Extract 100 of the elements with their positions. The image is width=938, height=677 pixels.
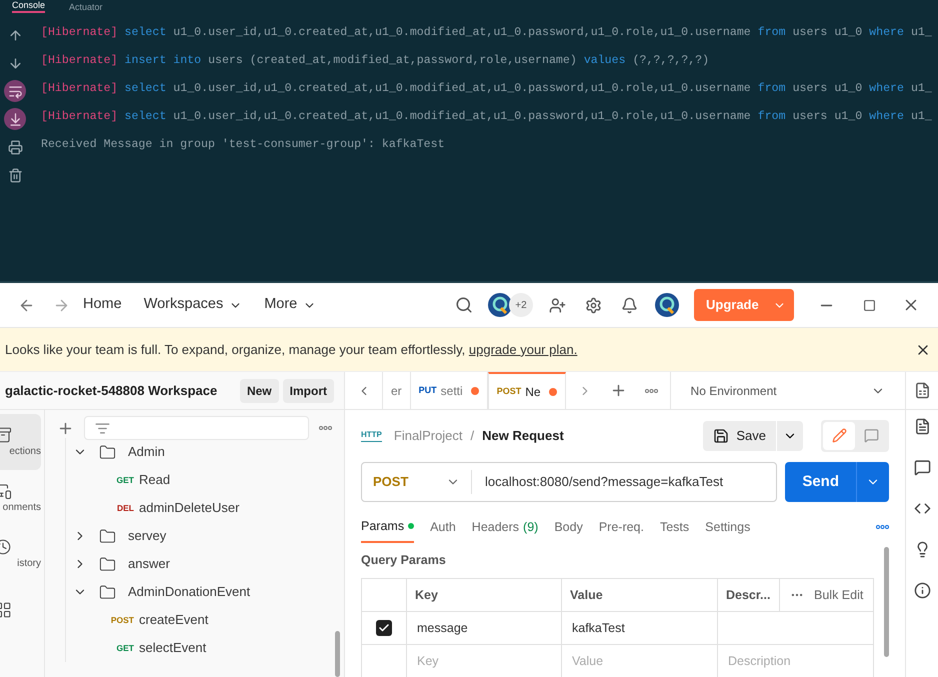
request-name: Read <box>139 471 170 490</box>
method-select[interactable]: POST <box>362 470 472 494</box>
folder-item[interactable]: answer <box>66 550 344 578</box>
console-tab[interactable]: Actuator <box>69 2 103 13</box>
request-section-tab[interactable]: Headers (9) <box>472 511 538 544</box>
documentation-icon[interactable] <box>914 418 930 435</box>
invite-icon[interactable] <box>549 296 566 314</box>
log-text: [Hibernate] <box>41 109 118 125</box>
maximize-icon[interactable] <box>863 298 876 312</box>
request-section-tab[interactable]: Auth <box>430 511 456 544</box>
request-section-tab[interactable]: Params <box>361 511 414 544</box>
environment-select[interactable]: No Environment <box>670 372 905 409</box>
log-text: [Hibernate] <box>41 25 118 41</box>
edit-icon[interactable] <box>823 422 855 450</box>
column-header: Key <box>407 578 562 611</box>
column-header: Descr... <box>718 578 780 611</box>
tab-title: setti <box>440 382 463 400</box>
log-text: u1_0.user_id,u1_0.created_at,u1_0.modified_at,u1_0.password,u1_0.role,u1_0.username <box>173 25 751 41</box>
sidebar-nav-item[interactable]: istory <box>0 526 41 582</box>
request-item[interactable]: DEL adminDeleteUser <box>66 494 344 522</box>
request-section-tab[interactable]: Body <box>554 511 583 544</box>
request-name: selectEvent <box>139 639 206 658</box>
request-section-tab[interactable]: Pre-req. <box>598 511 644 544</box>
more-icon[interactable] <box>876 525 889 530</box>
folder-item[interactable]: AdminDonationEvent <box>66 578 344 606</box>
avatar-icon[interactable] <box>487 292 513 318</box>
method-label: POST <box>110 614 134 626</box>
comment-icon[interactable] <box>914 459 930 476</box>
workspace-button[interactable]: Import <box>282 378 334 402</box>
scrollbar[interactable] <box>335 631 340 677</box>
url-field[interactable]: localhost:8080/send?message=kafkaTest <box>472 472 736 492</box>
table-cell[interactable]: kafkaTest <box>562 612 718 644</box>
more-icon[interactable] <box>644 388 658 392</box>
folder-name: AdminDonationEvent <box>128 583 250 602</box>
folder-icon <box>99 528 116 544</box>
member-count[interactable]: +2 <box>509 293 533 317</box>
log-text: where <box>869 109 904 125</box>
upgrade-link[interactable]: upgrade your plan. <box>468 342 578 357</box>
folder-name: answer <box>128 555 170 574</box>
log-text: where <box>869 25 904 41</box>
log-text: insert into <box>124 53 202 69</box>
method-label: GET <box>116 474 134 486</box>
more-icon[interactable] <box>319 426 332 430</box>
sidebar-nav-item[interactable]: ections <box>0 414 41 470</box>
wrap-icon[interactable] <box>4 80 26 102</box>
breadcrumb-separator: / <box>470 427 474 446</box>
table-cell[interactable]: message <box>407 612 562 644</box>
scroll-end-icon[interactable] <box>4 108 26 130</box>
method-label: DEL <box>116 502 134 514</box>
log-text: values <box>584 53 626 69</box>
request-title: New Request <box>482 427 565 446</box>
log-text: u1_0.user_id,u1_0.created_at,u1_0.modified_at,u1_0.password,u1_0.role,u1_0.username <box>173 109 751 125</box>
tab-title: er <box>391 382 402 400</box>
log-text: users (created_at,modified_at,password,role,username) <box>208 53 577 69</box>
folder-icon <box>99 556 116 572</box>
bulk-edit-link[interactable]: Bulk Edit <box>814 586 864 604</box>
folder-icon <box>99 444 116 460</box>
nav-menu[interactable]: Workspaces <box>144 294 242 316</box>
log-text: select <box>124 25 166 41</box>
request-item[interactable]: GET Read <box>66 466 344 494</box>
filter-field[interactable] <box>84 416 309 440</box>
log-text: u1_ <box>910 25 932 41</box>
log-text: u1_ <box>910 81 932 97</box>
method-label: GET <box>116 642 134 654</box>
folder-item[interactable]: Admin <box>66 438 344 466</box>
request-tab[interactable]: POST Ne <box>488 372 566 409</box>
banner-message: Looks like your team is full. To expand, organize, manage your team effortlessly, upgrade your plan. <box>5 340 578 359</box>
log-text: users u1_0 <box>792 25 862 41</box>
request-section-tab[interactable]: Settings <box>705 511 750 544</box>
search-icon[interactable] <box>455 296 473 314</box>
folder-item[interactable]: servey <box>66 522 344 550</box>
home-link[interactable]: Home <box>83 294 122 316</box>
folder-icon <box>99 584 116 600</box>
check-icon <box>378 622 390 634</box>
nav-menu[interactable]: More <box>264 294 316 316</box>
sidebar-nav-item[interactable]: onments <box>0 470 41 526</box>
request-item[interactable]: POST createEvent <box>66 606 344 634</box>
filter-icon <box>95 420 110 436</box>
console-tab[interactable]: Console <box>12 0 46 13</box>
avatar-icon[interactable] <box>654 292 680 318</box>
scrollbar[interactable] <box>884 547 889 658</box>
request-item[interactable]: GET selectEvent <box>66 634 344 662</box>
method-label: PUT <box>418 384 437 397</box>
log-text: [Hibernate] <box>41 53 118 69</box>
log-text: from <box>758 25 786 41</box>
checkbox[interactable] <box>376 620 392 636</box>
log-text: u1_ <box>910 109 932 125</box>
workspace-button[interactable]: New <box>240 378 279 402</box>
save-icon <box>713 428 730 444</box>
workspace-name: galactic-rocket-548808 Workspace <box>5 382 218 400</box>
request-name: createEvent <box>139 611 208 630</box>
bell-icon[interactable] <box>621 296 638 314</box>
log-text: [Hibernate] <box>41 81 118 97</box>
settings-icon[interactable] <box>585 296 602 314</box>
request-tab[interactable]: er <box>383 372 411 409</box>
url-bar[interactable]: POST localhost:8080/send?message=kafkaTest <box>361 462 778 502</box>
log-text: u1_0.user_id,u1_0.created_at,u1_0.modified_at,u1_0.password,u1_0.role,u1_0.username <box>173 81 751 97</box>
info-icon[interactable] <box>914 582 930 599</box>
request-section-tab[interactable]: Tests <box>660 511 690 544</box>
log-text: (?,?,?,?,?) <box>632 53 710 69</box>
